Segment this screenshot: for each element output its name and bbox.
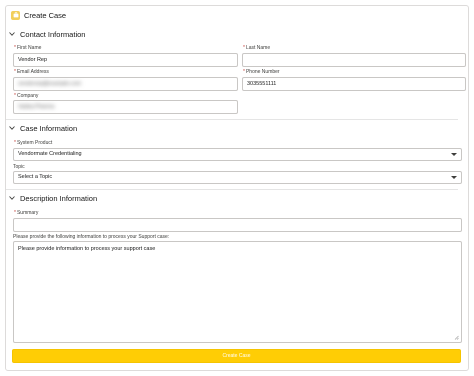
- phone-input[interactable]: 3035551111: [242, 77, 466, 91]
- section-divider: [6, 189, 458, 190]
- email-label: *Email Address: [14, 69, 49, 75]
- email-input[interactable]: vendorrep@example.com: [13, 77, 238, 91]
- system-product-select[interactable]: Vendormate Credentialing: [13, 148, 462, 161]
- section-toggle-contact[interactable]: Contact Information: [8, 29, 85, 39]
- summary-label: *Summary: [14, 210, 39, 216]
- section-toggle-case[interactable]: Case Information: [8, 123, 77, 133]
- page-title: Create Case: [24, 10, 67, 20]
- first-name-label: *First Name: [14, 45, 42, 51]
- create-case-button[interactable]: Create Case: [12, 349, 461, 363]
- resize-handle-icon[interactable]: [454, 335, 459, 340]
- summary-input[interactable]: [13, 218, 462, 232]
- create-case-button-label: Create Case: [222, 353, 251, 359]
- chevron-down-icon: [451, 176, 457, 179]
- case-icon: [11, 10, 20, 20]
- first-name-input[interactable]: Vendor Rep: [13, 53, 238, 67]
- system-product-label: *System Product: [14, 140, 53, 146]
- company-input[interactable]: Vadeq Pharma: [13, 100, 238, 114]
- details-label: Please provide the following information…: [13, 234, 170, 240]
- phone-label: *Phone Number: [243, 69, 280, 75]
- card-header: Create Case: [11, 9, 66, 21]
- details-textarea[interactable]: Please provide information to process yo…: [13, 241, 462, 343]
- chevron-down-icon: [8, 31, 15, 38]
- section-title-description: Description Information: [20, 193, 98, 203]
- section-title-case: Case Information: [20, 123, 78, 133]
- chevron-down-icon: [8, 195, 15, 202]
- section-toggle-description[interactable]: Description Information: [8, 193, 97, 203]
- section-divider: [6, 119, 458, 120]
- company-label: *Company: [14, 93, 39, 99]
- chevron-down-icon: [8, 125, 15, 132]
- last-name-input[interactable]: [242, 53, 466, 67]
- topic-label: Topic: [13, 164, 25, 170]
- chevron-down-icon: [451, 153, 457, 156]
- section-title-contact: Contact Information: [20, 29, 86, 39]
- last-name-label: *Last Name: [243, 45, 271, 51]
- topic-select[interactable]: Select a Topic: [13, 171, 462, 184]
